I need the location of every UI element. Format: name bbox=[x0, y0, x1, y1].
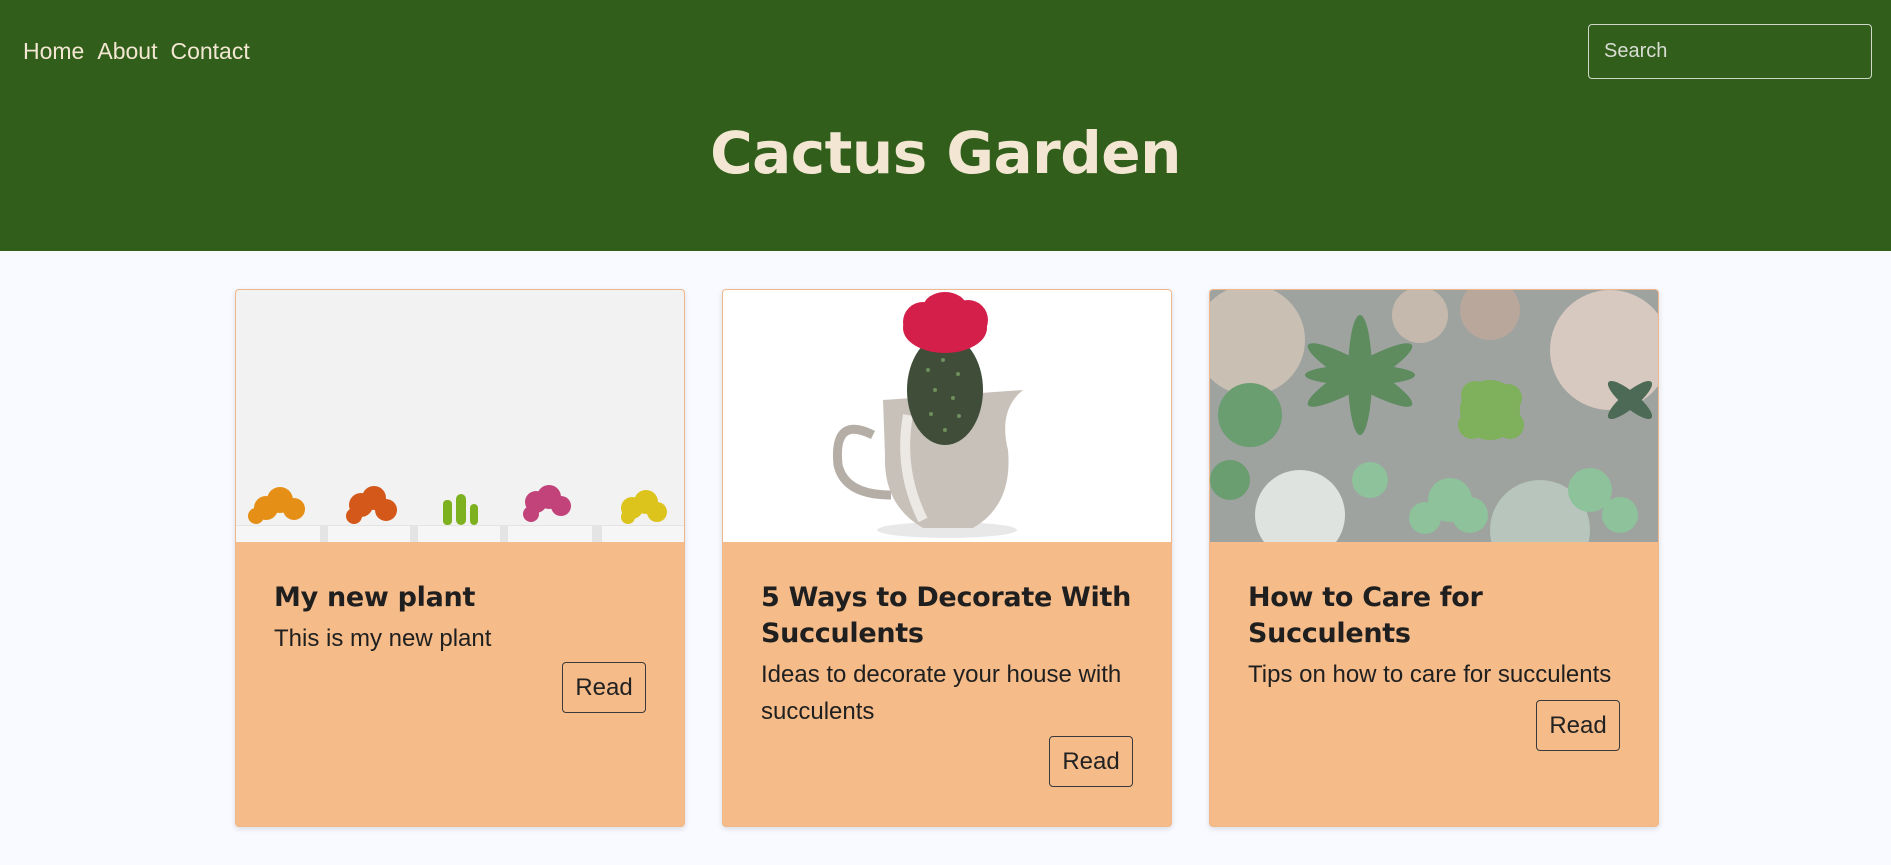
potted-cacti-row-image bbox=[236, 290, 684, 542]
read-button[interactable]: Read bbox=[1536, 700, 1620, 751]
nav-link-home[interactable]: Home bbox=[23, 37, 84, 65]
search-input[interactable] bbox=[1588, 24, 1872, 79]
read-button[interactable]: Read bbox=[562, 662, 646, 713]
site-header: Home About Contact Cactus Garden bbox=[0, 0, 1891, 251]
post-card: 5 Ways to Decorate With Succulents Ideas… bbox=[722, 289, 1172, 827]
post-card: How to Care for Succulents Tips on how t… bbox=[1209, 289, 1659, 827]
nav-link-contact[interactable]: Contact bbox=[170, 37, 249, 65]
succulent-pots-overhead-image bbox=[1210, 290, 1658, 542]
post-card: My new plant This is my new plant Read bbox=[235, 289, 685, 827]
read-button[interactable]: Read bbox=[1049, 736, 1133, 787]
card-description: This is my new plant bbox=[274, 625, 492, 652]
page-title: Cactus Garden bbox=[710, 119, 1181, 187]
main-nav: Home About Contact bbox=[23, 37, 250, 65]
card-body: My new plant This is my new plant bbox=[274, 580, 654, 657]
card-description: Tips on how to care for succulents bbox=[1248, 661, 1612, 688]
cactus-in-silver-jug-image bbox=[723, 290, 1171, 542]
card-body: 5 Ways to Decorate With Succulents Ideas… bbox=[761, 580, 1141, 730]
nav-link-about[interactable]: About bbox=[97, 37, 157, 65]
card-title: 5 Ways to Decorate With Succulents bbox=[761, 582, 1132, 649]
card-description: Ideas to decorate your house with succul… bbox=[761, 661, 1122, 725]
card-body: How to Care for Succulents Tips on how t… bbox=[1248, 580, 1628, 693]
card-title: How to Care for Succulents bbox=[1248, 582, 1483, 649]
card-title: My new plant bbox=[274, 582, 476, 613]
